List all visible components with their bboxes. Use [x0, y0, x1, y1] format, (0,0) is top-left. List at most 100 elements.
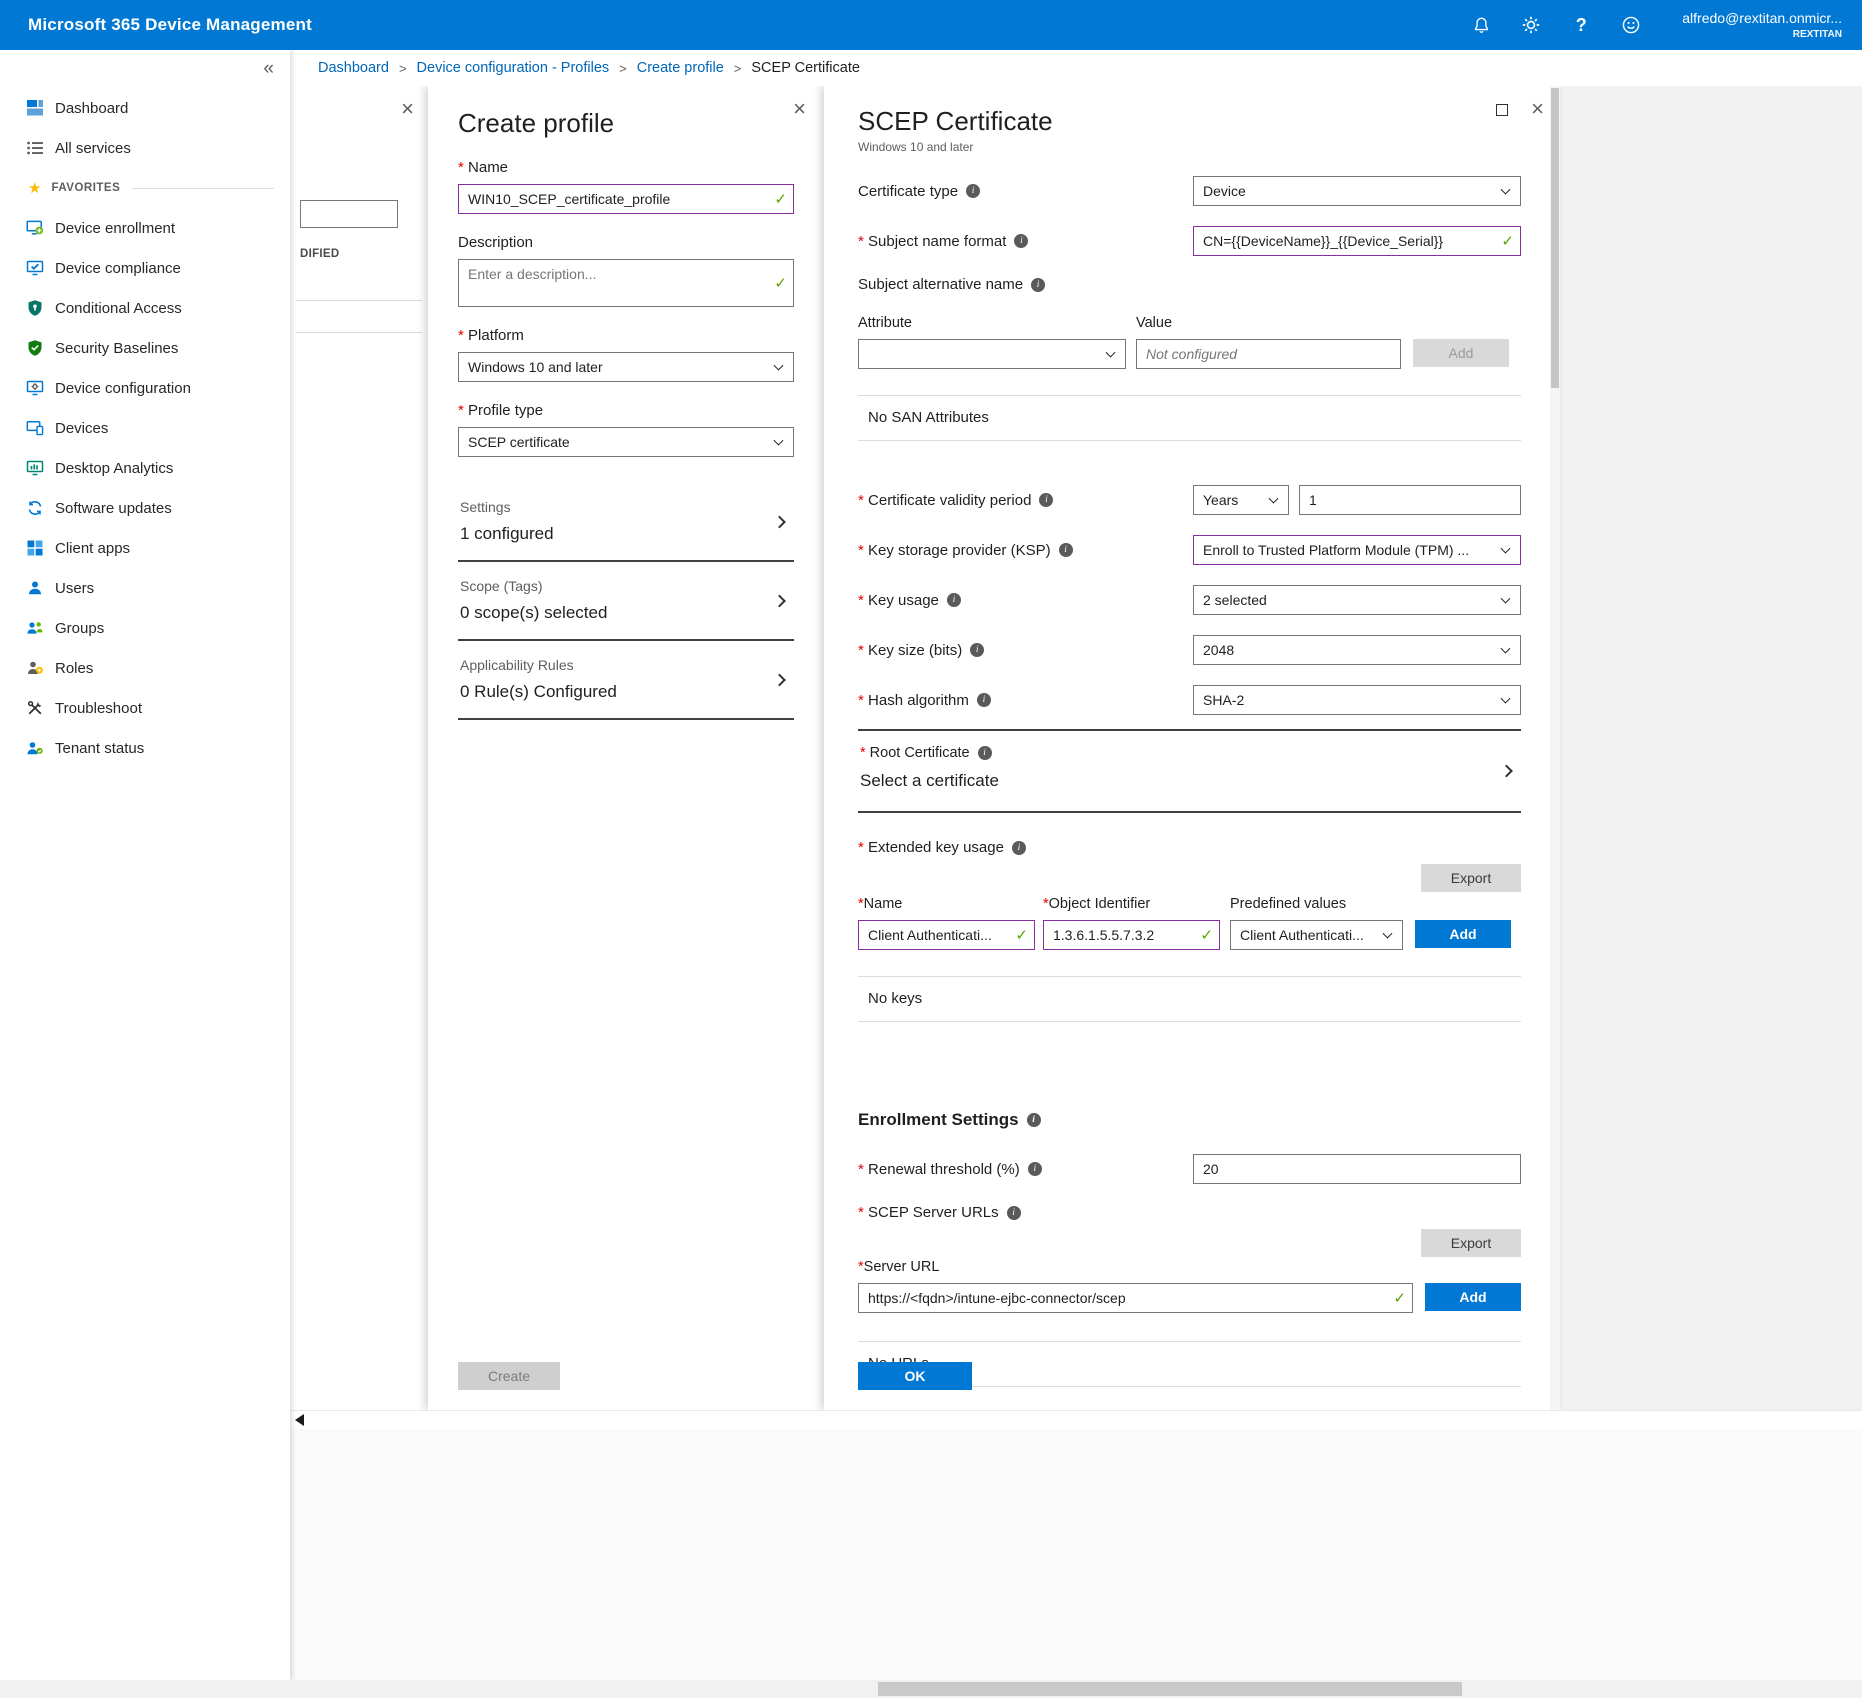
- sidebar-item-troubleshoot[interactable]: Troubleshoot: [0, 688, 290, 728]
- close-icon[interactable]: ×: [1531, 98, 1544, 120]
- maximize-icon[interactable]: [1496, 104, 1508, 116]
- sidebar-item-desktop-analytics[interactable]: Desktop Analytics: [0, 448, 290, 488]
- info-icon[interactable]: [966, 184, 980, 198]
- renewal-threshold-field[interactable]: [1203, 1161, 1511, 1177]
- profiles-search-input[interactable]: [300, 200, 398, 228]
- subject-name-format-input[interactable]: [1193, 226, 1521, 256]
- subject-name-format-field[interactable]: [1203, 233, 1496, 249]
- sidebar-item-software-updates[interactable]: Software updates: [0, 488, 290, 528]
- window-horizontal-scrollbar[interactable]: [0, 1680, 1862, 1698]
- sidebar-item-device-configuration[interactable]: Device configuration: [0, 368, 290, 408]
- scope-tags-section-link[interactable]: Scope (Tags) 0 scope(s) selected: [458, 562, 794, 641]
- san-attribute-dropdown[interactable]: [858, 339, 1126, 369]
- profiles-search-field[interactable]: [301, 201, 397, 227]
- server-url-add-button[interactable]: Add: [1425, 1283, 1521, 1311]
- eku-predefined-dropdown[interactable]: Client Authenticati...: [1230, 920, 1403, 950]
- scep-urls-label: SCEP Server URLs: [858, 1204, 999, 1221]
- info-icon[interactable]: [1031, 278, 1045, 292]
- blade-horizontal-scrollbar[interactable]: [290, 1410, 1862, 1429]
- urls-export-button[interactable]: Export: [1421, 1229, 1521, 1257]
- validity-value-field[interactable]: [1309, 492, 1511, 508]
- sidebar-item-security-baselines[interactable]: Security Baselines: [0, 328, 290, 368]
- key-size-dropdown[interactable]: 2048: [1193, 635, 1521, 665]
- applicability-rules-value: 0 Rule(s) Configured: [460, 682, 792, 702]
- profile-name-field[interactable]: [468, 191, 769, 207]
- platform-dropdown[interactable]: Windows 10 and later: [458, 352, 794, 382]
- settings-gear-icon[interactable]: [1506, 0, 1556, 50]
- info-icon[interactable]: [977, 693, 991, 707]
- eku-oid-field[interactable]: [1053, 927, 1195, 943]
- info-icon[interactable]: [1028, 1162, 1042, 1176]
- sidebar-item-devices[interactable]: Devices: [0, 408, 290, 448]
- eku-oid-input[interactable]: [1043, 920, 1220, 950]
- info-icon[interactable]: [1007, 1206, 1021, 1220]
- info-icon[interactable]: [1039, 493, 1053, 507]
- info-icon[interactable]: [978, 746, 992, 760]
- blade-title: SCEP Certificate: [858, 106, 1520, 137]
- info-icon[interactable]: [970, 643, 984, 657]
- profile-type-dropdown[interactable]: SCEP certificate: [458, 427, 794, 457]
- vertical-scrollbar-thumb[interactable]: [1551, 88, 1559, 388]
- favorites-divider: [132, 188, 274, 189]
- info-icon[interactable]: [947, 593, 961, 607]
- eku-name-field[interactable]: [868, 927, 1010, 943]
- validity-value-input[interactable]: [1299, 485, 1521, 515]
- key-usage-dropdown[interactable]: 2 selected: [1193, 585, 1521, 615]
- san-add-button[interactable]: Add: [1413, 339, 1509, 367]
- sidebar-item-roles[interactable]: Roles: [0, 648, 290, 688]
- info-icon[interactable]: [1059, 543, 1073, 557]
- sidebar-item-tenant-status[interactable]: Tenant status: [0, 728, 290, 768]
- breadcrumb-device-configuration-profiles[interactable]: Device configuration - Profiles: [417, 60, 610, 76]
- vertical-scrollbar[interactable]: [1550, 86, 1560, 1410]
- applicability-rules-section-link[interactable]: Applicability Rules 0 Rule(s) Configured: [458, 641, 794, 720]
- ok-button[interactable]: OK: [858, 1362, 972, 1390]
- chevron-down-icon: [1383, 929, 1393, 939]
- server-url-field[interactable]: [868, 1290, 1388, 1306]
- close-icon[interactable]: ×: [793, 98, 806, 120]
- ksp-dropdown[interactable]: Enroll to Trusted Platform Module (TPM) …: [1193, 535, 1521, 565]
- sidebar-item-client-apps[interactable]: Client apps: [0, 528, 290, 568]
- eku-input-row: Client Authenticati... Add: [858, 920, 1521, 950]
- blade-title: Create profile: [458, 108, 794, 139]
- create-button[interactable]: Create: [458, 1362, 560, 1390]
- sidebar-item-groups[interactable]: Groups: [0, 608, 290, 648]
- eku-name-input[interactable]: [858, 920, 1035, 950]
- sidebar-item-all-services[interactable]: All services: [0, 128, 290, 168]
- hash-algorithm-dropdown[interactable]: SHA-2: [1193, 685, 1521, 715]
- close-icon[interactable]: ×: [401, 98, 414, 120]
- sidebar-collapse-button[interactable]: «: [263, 58, 274, 80]
- horizontal-scrollbar-thumb[interactable]: [878, 1682, 1462, 1696]
- sidebar-item-dashboard[interactable]: Dashboard: [0, 88, 290, 128]
- renewal-threshold-input[interactable]: [1193, 1154, 1521, 1184]
- eku-export-button[interactable]: Export: [1421, 864, 1521, 892]
- sidebar-item-device-compliance[interactable]: Device compliance: [0, 248, 290, 288]
- feedback-smiley-icon[interactable]: [1606, 0, 1656, 50]
- san-value-field[interactable]: [1146, 346, 1376, 362]
- breadcrumb-dashboard[interactable]: Dashboard: [318, 60, 389, 76]
- settings-section-link[interactable]: Settings 1 configured: [458, 483, 794, 562]
- valid-check-icon: [1015, 926, 1028, 944]
- sidebar-item-device-enrollment[interactable]: Device enrollment: [0, 208, 290, 248]
- sidebar-item-conditional-access[interactable]: Conditional Access: [0, 288, 290, 328]
- ksp-label: Key storage provider (KSP): [858, 542, 1051, 559]
- help-icon[interactable]: ?: [1556, 0, 1606, 50]
- info-icon[interactable]: [1012, 841, 1026, 855]
- server-url-input[interactable]: [858, 1283, 1413, 1313]
- account-info[interactable]: alfredo@rextitan.onmicr... REXTITAN: [1682, 9, 1842, 40]
- notifications-bell-icon[interactable]: [1456, 0, 1506, 50]
- san-value-input[interactable]: [1136, 339, 1401, 369]
- validity-unit-dropdown[interactable]: Years: [1193, 485, 1289, 515]
- scroll-left-arrow-icon[interactable]: [295, 1414, 304, 1426]
- no-san-attributes-text: No SAN Attributes: [858, 396, 1521, 440]
- info-icon[interactable]: [1027, 1113, 1041, 1127]
- root-certificate-section-link[interactable]: Root Certificate Select a certificate: [858, 729, 1521, 813]
- certificate-type-dropdown[interactable]: Device: [1193, 176, 1521, 206]
- profile-name-input[interactable]: [458, 184, 794, 214]
- eku-add-button[interactable]: Add: [1415, 920, 1511, 948]
- breadcrumb-create-profile[interactable]: Create profile: [637, 60, 724, 76]
- description-input[interactable]: [458, 259, 794, 307]
- sidebar-item-users[interactable]: Users: [0, 568, 290, 608]
- description-field[interactable]: [468, 266, 769, 300]
- device-compliance-icon: [26, 259, 44, 277]
- info-icon[interactable]: [1014, 234, 1028, 248]
